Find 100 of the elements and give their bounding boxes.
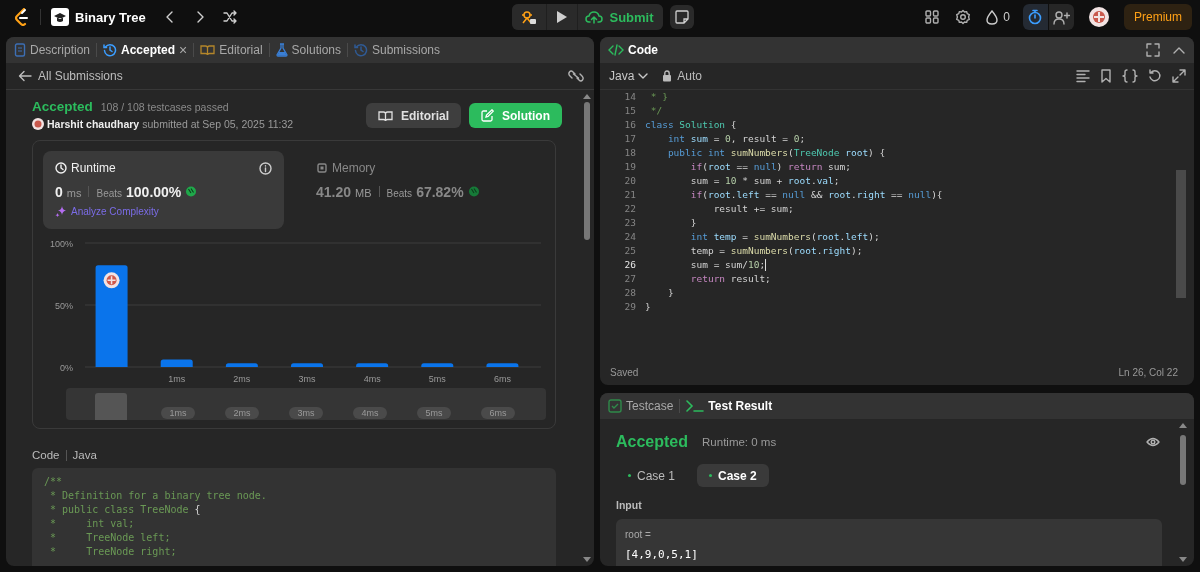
code-line: public int sumNumbers(TreeNode root) { xyxy=(666,146,887,160)
eye-icon[interactable] xyxy=(1146,437,1160,447)
tab[interactable]: Accepted xyxy=(103,43,176,57)
code-line: if(root.left == null && root.right == null){ xyxy=(689,188,944,202)
info-icon[interactable] xyxy=(259,161,272,175)
tab[interactable]: Description xyxy=(14,43,91,57)
stat-value: 41.20 xyxy=(316,184,352,200)
debug-button[interactable] xyxy=(512,4,547,30)
code-line: sum = 10 * sum + root.val; xyxy=(689,174,841,188)
code-line: return result; xyxy=(689,272,772,286)
axis-category-label: 1ms xyxy=(168,374,186,384)
braces-icon[interactable] xyxy=(1122,69,1138,83)
close-tab-button[interactable]: × xyxy=(179,42,188,58)
note-button[interactable] xyxy=(669,5,694,29)
checkbox-icon xyxy=(608,399,622,413)
streak-counter[interactable]: 0 xyxy=(986,9,1010,25)
format-icon[interactable] xyxy=(1076,69,1090,83)
tab[interactable]: Solutions xyxy=(275,43,341,57)
bookmark-icon[interactable] xyxy=(1100,69,1112,83)
stat-value: 0 xyxy=(55,184,63,200)
code-line: * } xyxy=(649,90,669,104)
stat-card[interactable]: Runtime 0 ms Beats 100.00% Analyze Complexity xyxy=(43,151,284,229)
bar[interactable] xyxy=(225,363,258,367)
clock-icon xyxy=(55,162,67,174)
code-line: * TreeNode right; xyxy=(49,545,178,559)
axis-category-label: 2ms xyxy=(233,374,251,384)
axis-category-label: 3ms xyxy=(298,374,316,384)
case-tab[interactable]: Case 2 xyxy=(697,464,769,487)
line-number: 21 xyxy=(623,188,636,202)
tab[interactable]: Testcase xyxy=(608,399,674,413)
code-icon xyxy=(608,44,624,56)
timer-button[interactable] xyxy=(1023,4,1048,30)
code-line: } xyxy=(689,216,698,230)
line-number: 16 xyxy=(623,118,636,132)
tab[interactable]: Editorial xyxy=(200,43,263,57)
code-line: * public class TreeNode { xyxy=(49,503,202,517)
expand-icon[interactable] xyxy=(1172,69,1186,83)
shuffle-icon[interactable] xyxy=(221,9,238,25)
fullscreen-icon[interactable] xyxy=(1146,43,1160,57)
navigator-label: 2ms xyxy=(225,407,259,419)
run-button[interactable] xyxy=(547,4,578,30)
chip-icon xyxy=(316,162,328,174)
stat-unit: MB xyxy=(355,187,372,199)
tab[interactable]: Test Result xyxy=(686,399,773,413)
stat-title: Runtime xyxy=(55,161,116,175)
user-name[interactable]: Harshit chaudhary xyxy=(47,118,140,130)
code-line: * TreeNode left; xyxy=(49,531,172,545)
grid-icon[interactable] xyxy=(924,9,941,25)
code-line: * Definition for a binary tree node. xyxy=(49,489,268,503)
line-number: 28 xyxy=(623,286,636,300)
add-user-button[interactable] xyxy=(1049,4,1074,30)
problem-title[interactable]: Binary Tree xyxy=(75,9,146,25)
case-tab[interactable]: Case 1 xyxy=(616,464,688,487)
line-number: 22 xyxy=(623,202,636,216)
cursor-position: Ln 26, Col 22 xyxy=(1118,366,1178,378)
navigator-label: 6ms xyxy=(481,407,515,419)
line-number: 25 xyxy=(623,244,636,258)
beats-value: 100.00% xyxy=(126,184,182,200)
premium-button[interactable]: Premium xyxy=(1124,4,1192,30)
user-avatar xyxy=(32,118,44,130)
bar[interactable] xyxy=(356,363,389,367)
navigator-label: 5ms xyxy=(417,407,451,419)
line-number: 20 xyxy=(623,174,636,188)
axis-tick-label: 50% xyxy=(55,300,73,311)
link-icon[interactable] xyxy=(568,69,584,83)
tab[interactable]: Submissions xyxy=(354,43,440,57)
book-icon xyxy=(378,109,393,122)
line-number: 17 xyxy=(623,132,636,146)
testcases-text: 108 / 108 testcases passed xyxy=(100,101,229,113)
bar[interactable] xyxy=(421,363,454,367)
submit-button[interactable]: Submit xyxy=(578,4,663,30)
bug-icon xyxy=(521,9,538,25)
avatar[interactable] xyxy=(1089,7,1109,27)
stat-title: Memory xyxy=(316,161,376,175)
navigator-label: 4ms xyxy=(353,407,387,419)
language-dropdown[interactable]: Java xyxy=(609,69,649,83)
bar[interactable] xyxy=(95,265,128,367)
reset-icon[interactable] xyxy=(1148,69,1162,83)
settings-icon[interactable] xyxy=(955,9,972,25)
cloud-upload-icon xyxy=(585,10,604,24)
tab[interactable]: Code xyxy=(608,43,658,57)
navigator-label: 1ms xyxy=(161,407,195,419)
text-cursor xyxy=(765,259,767,271)
line-number: 14 xyxy=(623,90,636,104)
logo-icon[interactable] xyxy=(14,8,30,26)
history-icon xyxy=(354,43,368,57)
book-icon xyxy=(200,44,216,56)
back-link[interactable]: All Submissions xyxy=(18,69,123,83)
flask-icon xyxy=(275,43,288,57)
input-label: Input xyxy=(616,499,643,511)
line-number: 15 xyxy=(623,104,636,118)
axis-tick-label: 0% xyxy=(60,362,73,373)
stat-unit: ms xyxy=(66,187,82,199)
sparkle-icon xyxy=(55,205,67,217)
line-number: 27 xyxy=(623,272,636,286)
line-number: 24 xyxy=(623,230,636,244)
editorial-button[interactable]: Editorial xyxy=(366,103,461,128)
code-line: */ xyxy=(649,104,664,118)
stat-card[interactable]: Memory 41.20 MB Beats 67.82% xyxy=(304,151,545,229)
save-status: Saved xyxy=(610,366,639,378)
